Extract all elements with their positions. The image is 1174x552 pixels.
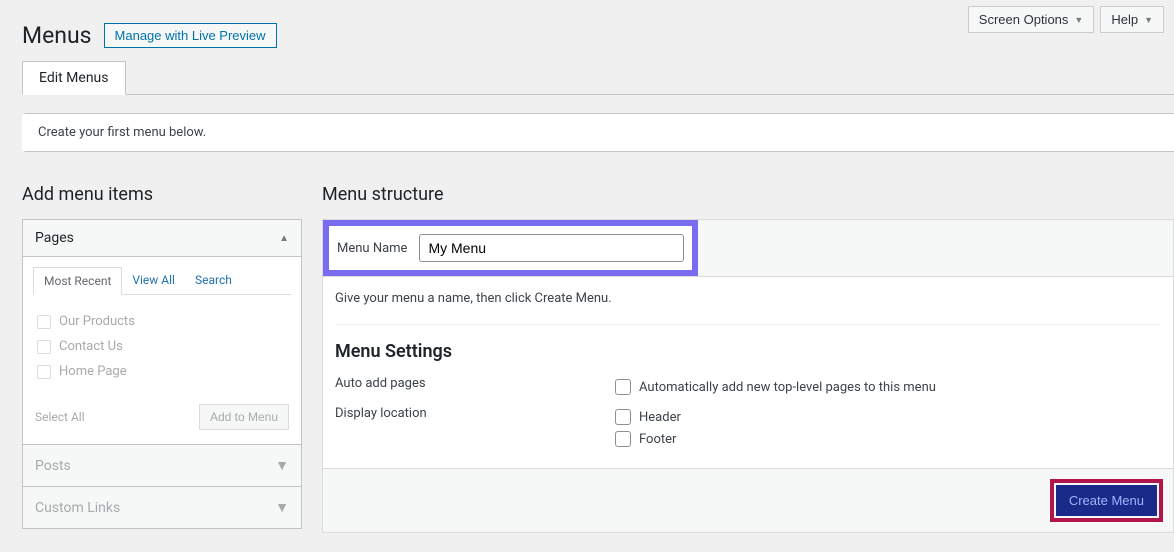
select-all-link[interactable]: Select All (35, 410, 85, 424)
screen-options-label: Screen Options (979, 12, 1069, 27)
menu-name-input[interactable] (419, 234, 684, 262)
location-header-option[interactable]: Header (615, 406, 1161, 428)
page-item[interactable]: Our Products (37, 309, 287, 334)
manage-live-preview-button[interactable]: Manage with Live Preview (104, 23, 277, 48)
location-footer-text: Footer (639, 432, 676, 447)
page-item-label: Our Products (59, 314, 135, 329)
notice-create-first-menu: Create your first menu below. (22, 113, 1174, 152)
auto-add-checkbox[interactable] (615, 379, 631, 395)
menu-settings-heading: Menu Settings (335, 341, 1161, 362)
triangle-up-icon: ▲ (279, 233, 289, 244)
menu-name-row: Menu Name (323, 220, 698, 276)
tab-edit-menus[interactable]: Edit Menus (22, 61, 126, 95)
accordion-pages-body: Most Recent View All Search Our Products… (23, 257, 301, 444)
triangle-down-icon: ▼ (275, 499, 289, 516)
tabs: Edit Menus (22, 61, 1174, 95)
help-label: Help (1111, 12, 1138, 27)
page-item-label: Home Page (59, 364, 127, 379)
create-menu-button[interactable]: Create Menu (1056, 485, 1157, 516)
accordion-custom-links-header[interactable]: Custom Links ▼ (23, 486, 301, 528)
auto-add-text: Automatically add new top-level pages to… (639, 380, 936, 395)
subtab-search[interactable]: Search (185, 267, 242, 294)
accordion-custom-links-title: Custom Links (35, 500, 120, 516)
triangle-down-icon: ▼ (1074, 15, 1083, 25)
location-header-checkbox[interactable] (615, 409, 631, 425)
menu-structure-heading: Menu structure (322, 184, 1174, 205)
checkbox-icon[interactable] (37, 365, 51, 379)
auto-add-pages-label: Auto add pages (335, 376, 615, 391)
subtab-most-recent[interactable]: Most Recent (33, 267, 122, 295)
accordion-posts-header[interactable]: Posts ▼ (23, 444, 301, 486)
page-title: Menus (22, 22, 92, 49)
location-footer-option[interactable]: Footer (615, 428, 1161, 450)
page-item[interactable]: Home Page (37, 359, 287, 384)
menu-structure-box: Menu Name Give your menu a name, then cl… (322, 219, 1174, 533)
location-footer-checkbox[interactable] (615, 431, 631, 447)
checkbox-icon[interactable] (37, 315, 51, 329)
instruction-text: Give your menu a name, then click Create… (335, 291, 1161, 325)
accordion-container: Pages ▲ Most Recent View All Search Our … (22, 219, 302, 529)
display-location-label: Display location (335, 406, 615, 421)
page-item[interactable]: Contact Us (37, 334, 287, 359)
auto-add-pages-option[interactable]: Automatically add new top-level pages to… (615, 376, 1161, 398)
add-menu-items-heading: Add menu items (22, 184, 302, 205)
location-header-text: Header (639, 410, 681, 425)
help-button[interactable]: Help ▼ (1100, 6, 1164, 33)
screen-options-button[interactable]: Screen Options ▼ (968, 6, 1095, 33)
create-menu-highlight: Create Menu (1050, 479, 1163, 522)
menu-name-label: Menu Name (337, 241, 407, 256)
add-to-menu-button[interactable]: Add to Menu (199, 404, 289, 430)
accordion-pages-title: Pages (35, 230, 74, 246)
checkbox-icon[interactable] (37, 340, 51, 354)
accordion-pages-header[interactable]: Pages ▲ (23, 220, 301, 257)
triangle-down-icon: ▼ (1144, 15, 1153, 25)
subtab-view-all[interactable]: View All (122, 267, 185, 294)
page-item-label: Contact Us (59, 339, 123, 354)
triangle-down-icon: ▼ (275, 457, 289, 474)
accordion-posts-title: Posts (35, 458, 71, 474)
